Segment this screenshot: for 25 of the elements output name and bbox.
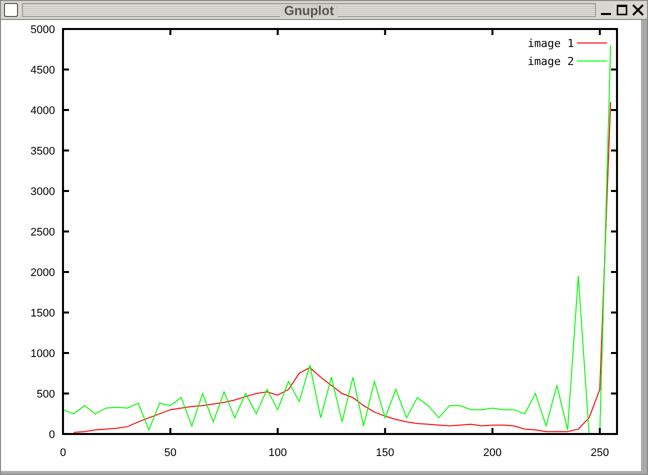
maximize-icon[interactable]: [616, 4, 628, 16]
window-title: Gnuplot: [280, 4, 338, 16]
legend-label: image 1: [528, 37, 574, 50]
window-menu-icon[interactable]: [4, 3, 18, 17]
tick-label: 3000: [30, 186, 55, 198]
tick-label: 4000: [30, 105, 55, 117]
tick-label: 0: [60, 447, 66, 459]
tick-label: 3500: [30, 146, 55, 158]
tick-label: 200: [483, 447, 502, 459]
tick-label: 5000: [30, 24, 55, 36]
legend-line: [576, 60, 608, 62]
close-icon[interactable]: [632, 4, 644, 16]
tick-label: 1500: [30, 308, 55, 320]
tick-label: 250: [590, 447, 609, 459]
legend-label: image 2: [528, 55, 574, 68]
legend-line: [576, 42, 608, 44]
tick-label: 1000: [30, 348, 55, 360]
tick-label: 0: [48, 429, 55, 441]
tick-label: 50: [164, 447, 176, 459]
tick-label: 2000: [30, 267, 55, 279]
tick-label: 2500: [30, 226, 55, 238]
tick-label: 100: [268, 447, 287, 459]
tick-label: 500: [36, 388, 55, 400]
tick-label: 150: [376, 447, 394, 459]
tick-label: 4500: [30, 64, 55, 76]
